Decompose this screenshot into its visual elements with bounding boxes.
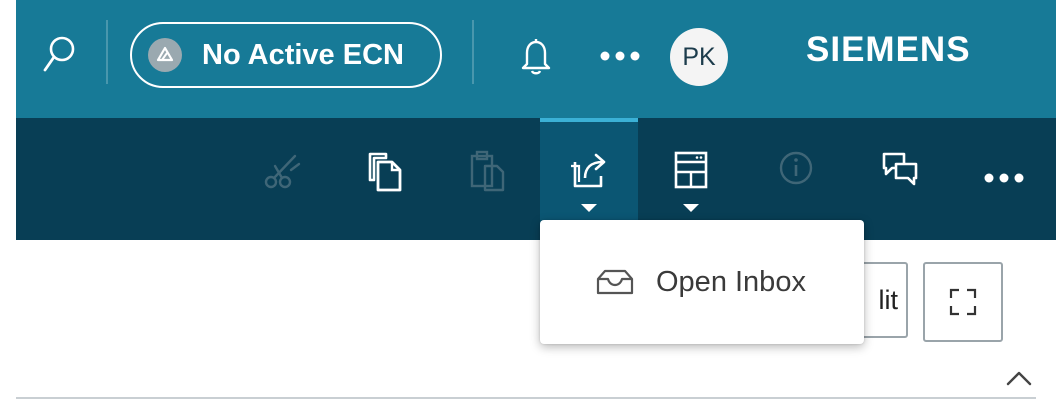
more-horizontal-icon [984, 173, 1024, 183]
active-ecn-button[interactable]: No Active ECN [130, 22, 442, 88]
cut-button [248, 118, 318, 240]
fullscreen-icon [949, 288, 977, 316]
divider [16, 397, 1036, 399]
menu-item-open-inbox[interactable]: Open Inbox [540, 252, 864, 312]
left-edge [0, 0, 16, 401]
header-divider [106, 20, 108, 84]
more-button[interactable] [594, 34, 646, 78]
header-divider [472, 20, 474, 84]
ecn-icon [148, 38, 182, 72]
bell-icon [521, 39, 551, 75]
paste-icon [470, 150, 505, 192]
chevron-up-icon [1006, 371, 1032, 386]
menu-item-label: Open Inbox [656, 265, 806, 298]
copy-icon [368, 152, 402, 192]
copy-button[interactable] [350, 118, 420, 240]
open-dropdown-menu: Open Inbox [540, 220, 864, 344]
app-header: No Active ECN PK SIEMENS [16, 0, 1056, 118]
cut-icon [264, 154, 301, 189]
more-horizontal-icon [600, 51, 640, 61]
edit-button-label: lit [878, 284, 899, 315]
paste-button [452, 118, 522, 240]
search-icon [43, 36, 75, 72]
fullscreen-button[interactable] [923, 262, 1003, 342]
open-share-icon [571, 153, 606, 188]
command-toolbar [16, 118, 1056, 240]
info-icon [779, 151, 813, 185]
brand-logo: SIEMENS [806, 30, 971, 69]
notifications-button[interactable] [510, 28, 562, 84]
content-area: lit [16, 240, 1056, 401]
dropdown-caret-icon [581, 204, 597, 212]
toolbar-more-button[interactable] [968, 118, 1040, 240]
user-avatar[interactable]: PK [670, 28, 728, 86]
comments-button[interactable] [864, 118, 936, 240]
inbox-icon [596, 269, 634, 295]
layout-icon [674, 151, 708, 189]
avatar-initials: PK [682, 42, 716, 71]
chat-icon [882, 152, 918, 186]
ecn-label: No Active ECN [202, 38, 404, 71]
dropdown-caret-icon [683, 204, 699, 212]
search-button[interactable] [30, 26, 88, 84]
collapse-button[interactable] [1004, 368, 1034, 393]
